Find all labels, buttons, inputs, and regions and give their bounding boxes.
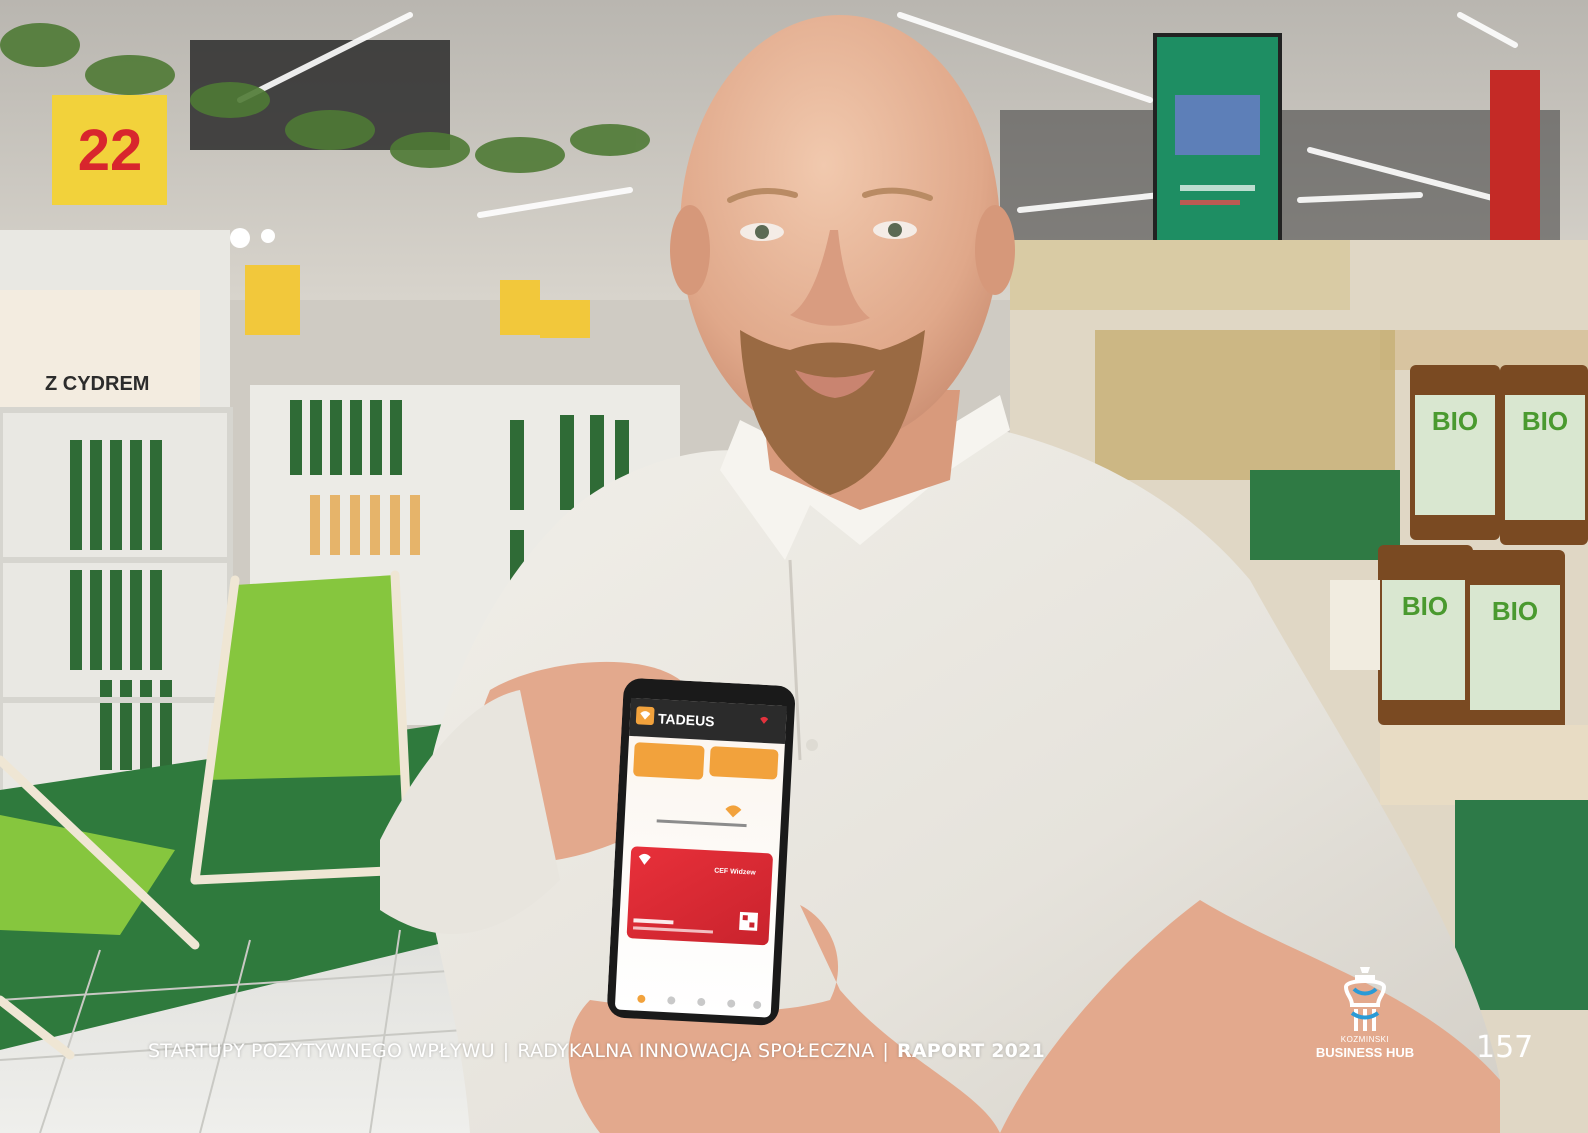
- footer-caption: STARTUPY POZYTYWNEGO WPŁYWU | RADYKALNA IN…: [148, 1040, 1045, 1062]
- svg-text:22: 22: [78, 118, 143, 183]
- app-name: TADEUS: [658, 710, 715, 729]
- background-photo: 22 Z CYDREM BIO BIO BIO BIO TADEUS CEF W…: [0, 0, 1588, 1133]
- footer-title: STARTUPY POZYTYWNEGO WPŁYWU: [148, 1040, 495, 1062]
- smartphone: TADEUS CEF Widzew: [607, 678, 795, 1026]
- kozminski-business-hub-logo: KOZMINSKI BUSINESS HUB: [1300, 965, 1430, 1065]
- svg-text:Z CYDREM: Z CYDREM: [45, 373, 149, 395]
- logo-line-business-hub: BUSINESS HUB: [1315, 1045, 1415, 1060]
- page-number: 157: [1476, 1030, 1534, 1065]
- logo-line-kozminski: KOZMINSKI: [1340, 1035, 1390, 1044]
- svg-text:BIO: BIO: [1492, 596, 1538, 626]
- store-scene: 22 Z CYDREM BIO BIO BIO BIO: [0, 0, 1588, 1133]
- svg-text:BIO: BIO: [1432, 406, 1478, 436]
- svg-text:BIO: BIO: [1402, 591, 1448, 621]
- footer-separator: |: [882, 1040, 890, 1062]
- footer-subtitle: RADYKALNA INNOWACJA SPOŁECZNA: [517, 1040, 875, 1062]
- lighthouse-icon: [1343, 967, 1387, 1031]
- footer-report-label: RAPORT 2021: [897, 1040, 1045, 1062]
- svg-text:BIO: BIO: [1522, 406, 1568, 436]
- footer-separator: |: [502, 1040, 510, 1062]
